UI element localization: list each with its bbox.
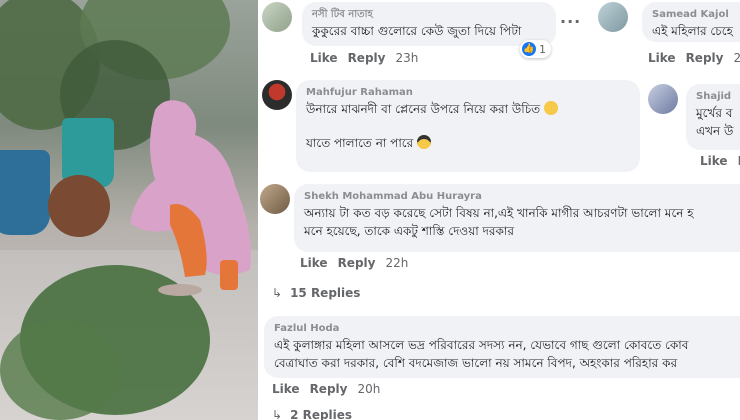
replies-count: 2 Replies (290, 408, 353, 420)
like-link[interactable]: Like (310, 51, 338, 65)
comment-bubble: Fazlul Hoda এই কুলাঙ্গার মহিলা আসলে ভদ্র… (264, 316, 740, 378)
timestamp[interactable]: 21 (733, 51, 740, 65)
screenshot-root: { "comments": [ {"author": "নসী টিব নাতা… (0, 0, 740, 420)
more-options-icon[interactable]: ··· (560, 12, 581, 31)
smiling-face-icon (544, 101, 559, 115)
comment-author[interactable]: Shekh Mohammad Abu Hurayra (304, 190, 740, 204)
view-replies-link[interactable]: ↳ 15 Replies (272, 286, 360, 300)
replies-count: 15 Replies (290, 286, 361, 300)
reply-arrow-icon: ↳ (272, 286, 283, 300)
comment-bubble: নসী টিব নাতাহ কুকুরের বাচ্চা গুলোরে কেউ … (302, 2, 556, 46)
comment-bubble: Shekh Mohammad Abu Hurayra অন্যায় টা কত… (294, 184, 740, 252)
avatar[interactable] (648, 84, 678, 114)
view-replies-link[interactable]: ↳ 2 Replies (272, 408, 352, 420)
plant-pot-blue (0, 150, 50, 235)
reply-link[interactable]: Reply (686, 51, 724, 65)
comment-actions: Like Reply 20h (272, 382, 390, 396)
avatar[interactable] (260, 184, 290, 214)
timestamp[interactable]: 22h (385, 256, 408, 270)
comment-text: উনারে মাঝনদী বা প্লেনের উপরে নিয়ে করা উ… (306, 100, 630, 118)
sunglasses-face-icon (417, 135, 432, 149)
woman-figure (130, 100, 251, 296)
like-link[interactable]: Like (272, 382, 300, 396)
comment-author[interactable]: Samead Kajol (652, 8, 740, 22)
comment-text: যাতে পালাতে না পারে (306, 134, 630, 152)
comments-panel: নসী টিব নাতাহ কুকুরের বাচ্চা গুলোরে কেউ … (258, 0, 740, 420)
like-link[interactable]: Like (648, 51, 676, 65)
like-link[interactable]: Like (700, 154, 728, 168)
timestamp[interactable]: 20h (357, 382, 380, 396)
reply-link[interactable]: Reply (348, 51, 386, 65)
comment-text: মুর্খের ব (696, 106, 733, 120)
comment-text: এখন উ (696, 124, 734, 138)
reaction-count-value: 1 (539, 42, 546, 56)
video-frame[interactable] (0, 0, 258, 420)
avatar[interactable] (262, 2, 292, 32)
comment-actions: Like Reply 21 (648, 51, 740, 65)
comment-text-line: উনারে মাঝনদী বা প্লেনের উপরে নিয়ে করা উ… (306, 102, 541, 116)
comment-text: এই মহিলার চেহে (652, 24, 733, 38)
comment-author[interactable]: নসী টিব নাতাহ (312, 8, 546, 22)
comment-bubble: Mahfujur Rahaman উনারে মাঝনদী বা প্লেনের… (296, 80, 640, 172)
comment-actions: Like Reply 22h (300, 256, 418, 270)
comment-text: অন্যায় টা কত বড় করেছে সেটা বিষয় না,এই… (304, 206, 694, 220)
comment-author[interactable]: Fazlul Hoda (274, 322, 740, 336)
like-thumb-icon: 👍 (522, 42, 536, 56)
comment-text-blank (306, 118, 630, 134)
avatar[interactable] (262, 80, 292, 110)
comment-author[interactable]: Shajid (696, 90, 740, 104)
reply-arrow-icon: ↳ (272, 408, 283, 420)
reaction-count[interactable]: 👍 1 (520, 40, 551, 58)
comment-text: কুকুরের বাচ্চা গুলোরে কেউ জুতা দিয়ে পিট… (312, 24, 522, 38)
comment-author[interactable]: Mahfujur Rahaman (306, 86, 630, 100)
comment-bubble: Samead Kajol এই মহিলার চেহে (642, 2, 740, 42)
comment-actions: Like Reply 23h (310, 51, 428, 65)
comment-text: এই কুলাঙ্গার মহিলা আসলে ভদ্র পরিবারের সদ… (274, 338, 689, 352)
comment-text-line: যাতে পালাতে না পারে (306, 136, 414, 150)
timestamp[interactable]: 23h (395, 51, 418, 65)
reply-link[interactable]: Reply (310, 382, 348, 396)
comment-actions: LikeR (700, 154, 740, 168)
plant-bottom-2 (0, 320, 120, 420)
comment-text: মনে হয়েছে, তাকে একটু শাস্তি দেওয়া দরকা… (304, 224, 514, 238)
reply-link[interactable]: Reply (338, 256, 376, 270)
like-link[interactable]: Like (300, 256, 328, 270)
comment-bubble: Shajid মুর্খের ব এখন উ (686, 84, 740, 150)
avatar[interactable] (598, 2, 628, 32)
comment-text: বেত্রাঘাত করা দরকার, বেশি বদমেজাজ ভালো ন… (274, 356, 678, 370)
